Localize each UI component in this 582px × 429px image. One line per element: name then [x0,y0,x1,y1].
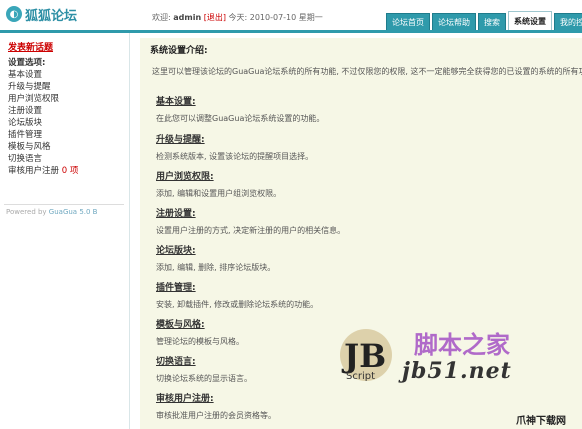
section-title-plugins[interactable]: 插件管理: [156,280,196,293]
page-title: 系统设置介绍: [150,46,208,56]
jb-script-logo-icon: JB [340,329,392,381]
section-desc-registration: 设置用户注册的方式, 决定新注册的用户的相关信息。 [156,226,346,235]
powered-link[interactable]: GuaGua 5.0 B [49,208,98,216]
sidebar-item-permissions[interactable]: 用户浏览权限 [8,93,123,105]
section-desc-language: 切换论坛系统的显示语言。 [156,374,252,383]
tab-system-settings[interactable]: 系统设置 [508,11,552,31]
powered-by: Powered by GuaGua 5.0 B [6,208,97,216]
top-nav-tabs: 论坛首页 论坛帮助 搜索 系统设置 我的控 [386,10,582,31]
section-title-templates[interactable]: 模板与风格: [156,317,205,330]
sidebar-item-registration[interactable]: 注册设置 [8,105,123,117]
sidebar-item-review-label: 审核用户注册 [8,166,60,176]
logout-link[interactable]: [退出] [204,13,226,22]
header: ◐ 狐狐论坛 欢迎: admin [退出] 今天: 2010-07-10 星期一… [0,0,582,31]
welcome-label: 欢迎: [152,13,171,22]
section-title-registration[interactable]: 注册设置: [156,206,196,219]
forum-logo[interactable]: ◐ 狐狐论坛 [6,4,77,24]
tab-my-control[interactable]: 我的控 [554,13,582,31]
user-bar: 欢迎: admin [退出] 今天: 2010-07-10 星期一 [152,12,323,23]
svg-text:JB: JB [341,337,386,375]
watermark-url: jb51.net [402,358,512,384]
watermark: JB Script 脚本之家 jb51.net [336,325,576,425]
logo-text: 狐狐论坛 [25,8,78,24]
tab-search[interactable]: 搜索 [478,13,506,31]
tab-help[interactable]: 论坛帮助 [432,13,476,31]
sidebar: 发表新话题 设置选项: 基本设置 升级与提醒 用户浏览权限 注册设置 论坛版块 … [0,33,130,429]
username[interactable]: admin [173,13,201,22]
logo-script-label: Script [346,371,376,382]
section-title-review[interactable]: 审核用户注册: [156,391,214,404]
section-desc-templates: 管理论坛的模板与风格。 [156,337,244,346]
section-title-language[interactable]: 切换语言: [156,354,196,367]
section-desc-permissions: 添加, 编辑和设置用户组浏览权限。 [156,189,282,198]
sidebar-item-review[interactable]: 审核用户注册 0 项 [8,165,123,177]
section-desc-review: 审核批准用户注册的会员资格等。 [156,411,276,420]
sidebar-item-plugins[interactable]: 插件管理 [8,129,123,141]
section-title-boards[interactable]: 论坛版块: [156,243,196,256]
sidebar-item-language[interactable]: 切换语言 [8,153,123,165]
fox-logo-icon: ◐ [6,6,22,22]
powered-label: Powered by [6,208,49,216]
sidebar-divider [4,204,124,205]
section-title-permissions[interactable]: 用户浏览权限: [156,169,214,182]
section-desc-upgrade: 检测系统版本, 设置该论坛的提醒项目选择。 [156,152,314,161]
section-desc-basic: 在此您可以调整GuaGua论坛系统设置的功能。 [156,114,325,123]
section-title-basic[interactable]: 基本设置: [156,94,196,107]
corner-watermark: 爪神下载网 [516,416,566,427]
new-topic-link[interactable]: 发表新话题 [8,40,53,53]
sidebar-item-templates[interactable]: 模板与风格 [8,141,123,153]
watermark-chinese-text: 脚本之家 [414,330,510,359]
section-desc-boards: 添加, 编辑, 删除, 排序论坛版块。 [156,263,276,272]
section-title-upgrade[interactable]: 升级与提醒: [156,132,205,145]
settings-menu: 设置选项: 基本设置 升级与提醒 用户浏览权限 注册设置 论坛版块 插件管理 模… [8,57,123,177]
section-desc-plugins: 安装, 卸载插件, 修改或删除论坛系统的功能。 [156,300,319,309]
sidebar-item-upgrade[interactable]: 升级与提醒 [8,81,123,93]
intro-text: 这里可以管理该论坛的GuaGua论坛系统的所有功能, 不过仅限您的权限, 这不一… [152,67,582,76]
tab-home[interactable]: 论坛首页 [386,13,430,31]
review-count-badge: 0 项 [61,166,79,176]
date-label: 今天: 2010-07-10 星期一 [228,13,323,22]
sidebar-item-basic[interactable]: 基本设置 [8,69,123,81]
sidebar-item-boards[interactable]: 论坛版块 [8,117,123,129]
settings-heading: 设置选项: [8,58,46,68]
